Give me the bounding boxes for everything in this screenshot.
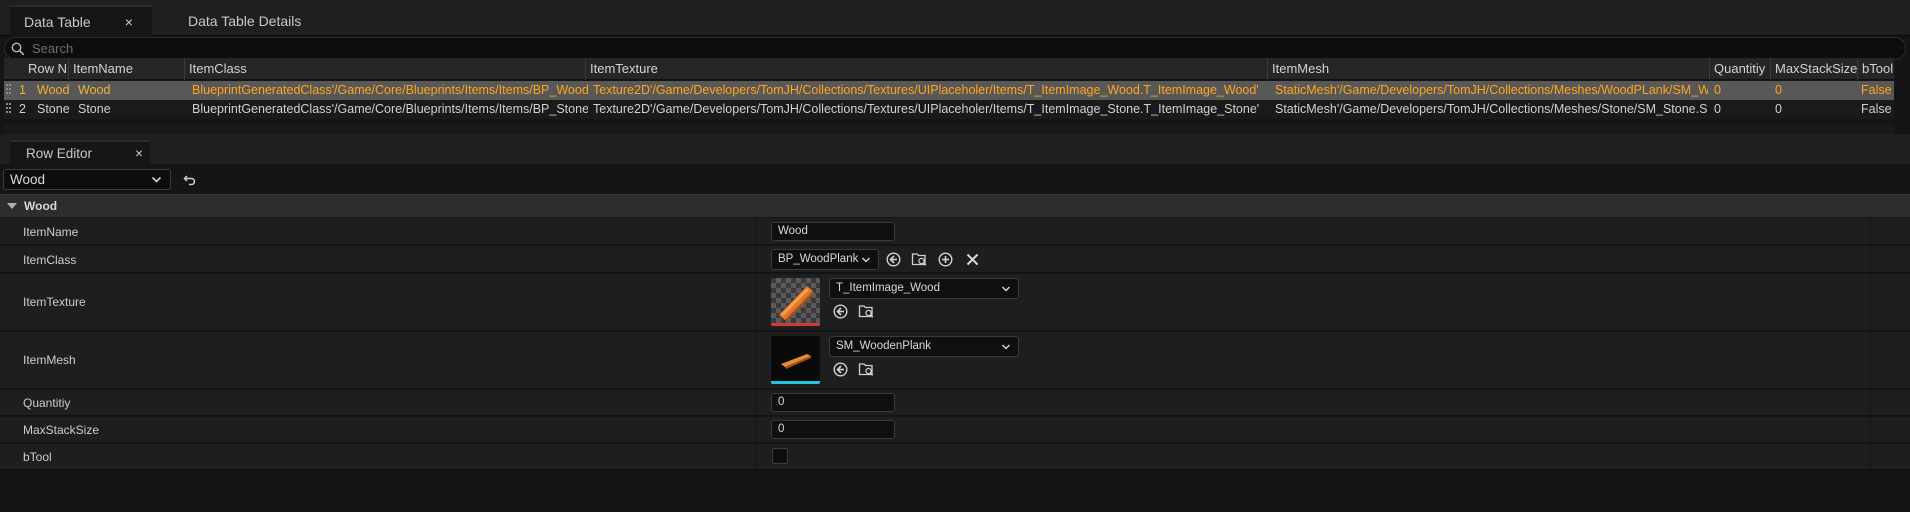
mesh-thumbnail[interactable] — [771, 336, 820, 384]
tab-data-table-details-label: Data Table Details — [188, 12, 302, 29]
btool-checkbox[interactable] — [772, 448, 788, 464]
browse-icon[interactable] — [858, 303, 875, 320]
column-header-item-name[interactable]: ItemName — [68, 58, 188, 80]
property-row-item-name: ItemName Wood — [0, 218, 1910, 245]
category-header-wood[interactable]: Wood — [0, 194, 1910, 217]
chevron-down-icon — [151, 176, 162, 183]
item-class-cell: BlueprintGeneratedClass'/Game/Core/Bluep… — [192, 83, 588, 97]
item-mesh-value: SM_WoodenPlank — [836, 340, 932, 352]
use-selected-icon[interactable] — [832, 361, 849, 378]
drag-handle-icon[interactable] — [6, 84, 12, 97]
item-name-cell: Wood — [78, 83, 111, 97]
table-header: Row N ItemName ItemClass ItemTexture Ite… — [4, 58, 1894, 80]
add-icon[interactable] — [937, 251, 954, 268]
texture-thumbnail[interactable] — [771, 278, 820, 326]
property-label: ItemName — [23, 225, 79, 239]
btool-cell: False — [1861, 102, 1892, 116]
clear-icon[interactable] — [964, 251, 981, 268]
wooden-plank-mesh-icon — [781, 354, 811, 369]
quantity-cell: 0 — [1714, 102, 1721, 116]
property-row-quantity: Quantitiy 0 — [0, 390, 1910, 416]
property-label: MaxStackSize — [23, 423, 100, 437]
table-row[interactable]: 1 Wood Wood BlueprintGeneratedClass'/Gam… — [4, 81, 1894, 100]
item-texture-combo[interactable]: T_ItemImage_Wood — [829, 278, 1019, 299]
property-row-btool: bTool — [0, 444, 1910, 470]
item-texture-value: T_ItemImage_Wood — [836, 282, 940, 294]
item-texture-cell: Texture2D'/Game/Developers/TomJH/Collect… — [593, 83, 1259, 97]
row-index: 1 — [19, 83, 26, 97]
tab-data-table-details[interactable]: Data Table Details — [174, 5, 315, 36]
search-input[interactable] — [32, 41, 1832, 56]
collapse-arrow-icon[interactable] — [7, 203, 17, 209]
browse-icon[interactable] — [911, 251, 928, 268]
drag-handle-icon[interactable] — [6, 103, 12, 116]
data-table: Row N ItemName ItemClass ItemTexture Ite… — [4, 58, 1894, 124]
column-header-max-stack-size[interactable]: MaxStackSize — [1770, 58, 1860, 80]
property-label: Quantitiy — [23, 396, 71, 410]
tab-data-table-label: Data Table — [24, 13, 91, 30]
property-label: ItemTexture — [23, 295, 86, 309]
item-mesh-cell: StaticMesh'/Game/Developers/TomJH/Collec… — [1275, 83, 1708, 97]
close-icon[interactable]: × — [135, 146, 143, 161]
table-empty-area — [4, 124, 1894, 134]
row-name-cell: Stone — [37, 102, 70, 116]
item-texture-cell: Texture2D'/Game/Developers/TomJH/Collect… — [593, 102, 1260, 116]
tab-data-table[interactable]: Data Table × — [10, 5, 152, 36]
property-label: ItemClass — [23, 253, 77, 267]
use-selected-icon[interactable] — [832, 303, 849, 320]
column-header-item-mesh[interactable]: ItemMesh — [1267, 58, 1710, 80]
item-mesh-cell: StaticMesh'/Game/Developers/TomJH/Collec… — [1275, 102, 1708, 116]
column-header-btool[interactable]: bTool — [1857, 58, 1894, 80]
item-class-cell: BlueprintGeneratedClass'/Game/Core/Bluep… — [192, 102, 588, 116]
max-stack-cell: 0 — [1775, 83, 1782, 97]
property-row-max-stack-size: MaxStackSize 0 — [0, 417, 1910, 443]
use-selected-icon[interactable] — [885, 251, 902, 268]
category-label: Wood — [24, 199, 58, 213]
close-icon[interactable]: × — [125, 14, 133, 30]
column-header-quantity[interactable]: Quantitiy — [1709, 58, 1771, 80]
tab-row-editor[interactable]: Row Editor × — [10, 140, 150, 164]
chevron-down-icon — [1001, 344, 1011, 350]
item-class-combo[interactable]: BP_WoodPlank — [771, 249, 879, 270]
search-icon — [11, 42, 25, 55]
browse-icon[interactable] — [858, 361, 875, 378]
undo-icon[interactable] — [183, 173, 197, 187]
property-label: ItemMesh — [23, 353, 76, 367]
property-row-item-texture: ItemTexture T_ItemImage_Wood — [0, 274, 1910, 331]
wood-plank-icon — [779, 286, 814, 321]
max-stack-size-field[interactable]: 0 — [771, 420, 895, 439]
row-select-dropdown[interactable]: Wood — [3, 169, 171, 190]
chevron-down-icon — [1001, 286, 1011, 292]
row-editor-tab-bar — [0, 134, 1910, 164]
property-label: bTool — [23, 450, 52, 464]
property-row-item-mesh: ItemMesh SM_WoodenPlank — [0, 332, 1910, 389]
row-select-value: Wood — [10, 172, 46, 187]
item-name-cell: Stone — [78, 102, 111, 116]
quantity-field[interactable]: 0 — [771, 393, 895, 412]
chevron-down-icon — [861, 257, 871, 263]
column-header-item-class[interactable]: ItemClass — [184, 58, 586, 80]
max-stack-cell: 0 — [1775, 102, 1782, 116]
column-header-row-name[interactable]: Row N — [24, 58, 66, 80]
tab-row-editor-label: Row Editor — [26, 145, 93, 161]
column-header-item-texture[interactable]: ItemTexture — [585, 58, 1268, 80]
row-name-cell: Wood — [37, 83, 70, 97]
btool-cell: False — [1861, 83, 1892, 97]
table-row[interactable]: 2 Stone Stone BlueprintGeneratedClass'/G… — [4, 100, 1894, 119]
item-name-field[interactable]: Wood — [771, 222, 895, 241]
property-row-item-class: ItemClass BP_WoodPlank — [0, 246, 1910, 273]
quantity-cell: 0 — [1714, 83, 1721, 97]
row-index: 2 — [19, 102, 26, 116]
item-mesh-combo[interactable]: SM_WoodenPlank — [829, 336, 1019, 357]
item-class-value: BP_WoodPlank — [778, 253, 859, 265]
search-bar — [4, 37, 1906, 60]
